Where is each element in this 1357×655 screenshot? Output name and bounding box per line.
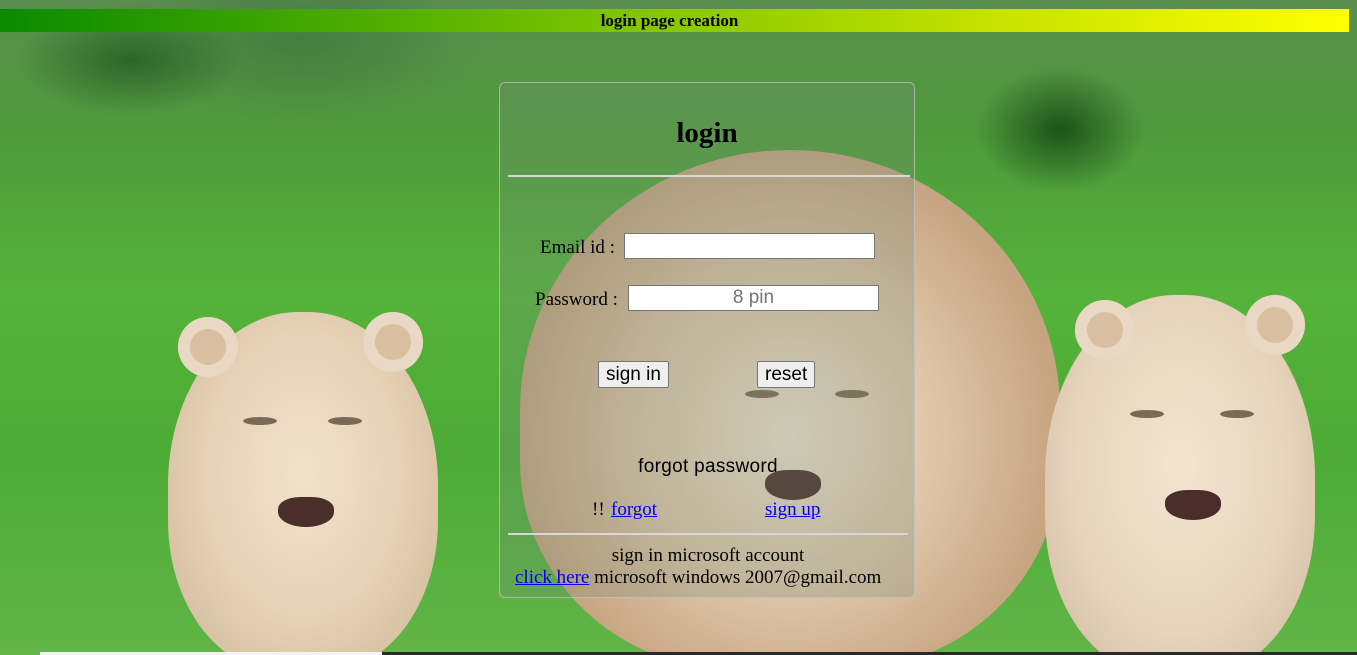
lioness-nose bbox=[278, 497, 334, 527]
lioness-right-image bbox=[1045, 295, 1315, 655]
lioness-ear bbox=[1075, 300, 1135, 360]
divider-bottom bbox=[508, 533, 908, 535]
lioness-nose bbox=[1165, 490, 1221, 520]
forgot-link[interactable]: forgot bbox=[611, 499, 657, 521]
page-title: login page creation bbox=[600, 11, 739, 30]
microsoft-account-text: sign in microsoft account bbox=[611, 545, 805, 566]
lioness-eye bbox=[1220, 410, 1254, 418]
lioness-ear bbox=[1245, 295, 1305, 355]
email-label: Email id : bbox=[540, 237, 615, 258]
exclamation-text: !! bbox=[592, 499, 605, 520]
click-here-link[interactable]: click here bbox=[515, 567, 589, 588]
login-title: login bbox=[676, 117, 738, 149]
lioness-left-image bbox=[168, 312, 438, 655]
lioness-ear bbox=[363, 312, 423, 372]
sign-up-link[interactable]: sign up bbox=[765, 499, 820, 521]
lioness-eye bbox=[328, 417, 362, 425]
sign-in-button[interactable]: sign in bbox=[598, 361, 669, 388]
footer-line: click here microsoft windows 2007@gmail.… bbox=[515, 567, 881, 589]
password-label: Password : bbox=[535, 289, 618, 310]
email-input[interactable] bbox=[624, 233, 875, 259]
lioness-eye bbox=[243, 417, 277, 425]
footer-email-text: microsoft windows 2007@gmail.com bbox=[589, 567, 882, 588]
reset-button[interactable]: reset bbox=[757, 361, 816, 388]
forgot-password-heading: forgot password bbox=[638, 456, 778, 477]
page-header-bar: login page creation bbox=[0, 9, 1349, 32]
lioness-ear bbox=[178, 317, 238, 377]
divider-top bbox=[508, 175, 910, 177]
lioness-eye bbox=[1130, 410, 1164, 418]
password-input[interactable] bbox=[628, 285, 879, 311]
login-panel: login Email id : Password : sign in rese… bbox=[499, 82, 915, 598]
